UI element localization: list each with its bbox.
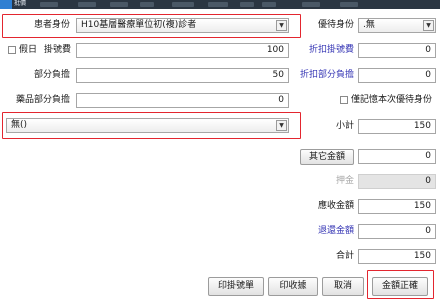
cancel-button[interactable]: 取消 [322, 277, 364, 296]
preferential-label: 優待身份 [317, 20, 354, 30]
discount-reg-input[interactable]: 0 [358, 43, 436, 58]
drug-copay-input[interactable]: 0 [76, 93, 289, 108]
refund-label[interactable]: 退還金額 [296, 224, 354, 238]
chevron-down-icon[interactable]: ▼ [276, 20, 287, 31]
deposit-label: 押金 [335, 176, 354, 186]
other-select-value: 無() [11, 120, 28, 130]
preferential-select[interactable]: .無 ▼ [358, 18, 436, 33]
other-amount-input[interactable]: 0 [358, 149, 436, 164]
refund-input[interactable]: 0 [358, 224, 436, 239]
copay-label: 部分負擔 [33, 70, 70, 80]
chevron-down-icon[interactable]: ▼ [276, 120, 287, 131]
print-reg-button[interactable]: 印掛號單 [208, 277, 264, 296]
receivable-label: 應收金額 [317, 201, 354, 211]
reg-fee-label: 掛號費 [44, 45, 72, 55]
patient-type-select[interactable]: H10基層醫療單位初(複)診者 ▼ [76, 18, 289, 33]
discount-reg-label[interactable]: 折扣掛號費 [290, 43, 354, 57]
patient-type-label: 患者身份 [33, 20, 70, 30]
total-input[interactable]: 150 [358, 249, 436, 264]
discount-copay-input[interactable]: 0 [358, 68, 436, 83]
confirm-button[interactable]: 金額正確 [372, 277, 428, 296]
holiday-label: 假日 [19, 45, 38, 55]
other-amount-button[interactable]: 其它金額 [300, 149, 354, 165]
only-remember-checkbox[interactable] [340, 96, 348, 104]
holiday-checkbox[interactable] [8, 46, 16, 54]
subtotal-label: 小計 [335, 121, 354, 131]
drug-copay-label: 藥品部分負擔 [15, 95, 70, 105]
total-label: 合計 [335, 251, 354, 261]
patient-type-value: H10基層醫療單位初(複)診者 [81, 20, 197, 30]
other-select[interactable]: 無() ▼ [6, 118, 289, 133]
deposit-input: 0 [358, 174, 436, 189]
window-title: 批價 [14, 1, 27, 7]
chevron-down-icon[interactable]: ▼ [423, 20, 434, 31]
receivable-input[interactable]: 150 [358, 199, 436, 214]
discount-copay-label[interactable]: 折扣部分負擔 [284, 68, 354, 82]
only-remember-label: 僅記憶本次優待身份 [351, 95, 433, 105]
preferential-value: .無 [363, 20, 375, 30]
reg-fee-input[interactable]: 100 [76, 43, 289, 58]
print-receipt-button[interactable]: 印收據 [268, 277, 318, 296]
subtotal-input[interactable]: 150 [358, 119, 436, 134]
app-icon [0, 0, 12, 9]
copay-input[interactable]: 50 [76, 68, 289, 83]
title-bar: 批價 [0, 0, 440, 9]
